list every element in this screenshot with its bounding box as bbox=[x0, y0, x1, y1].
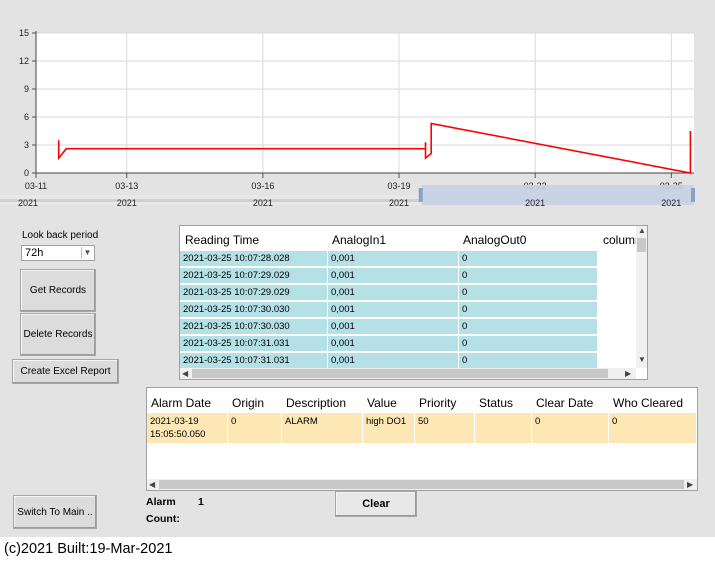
readings-horizontal-scrollbar[interactable]: ◀ ▶ bbox=[180, 368, 636, 379]
scroll-down-icon[interactable]: ▼ bbox=[638, 355, 646, 364]
table-row[interactable]: 2021-03-25 10:07:28.028 0,001 0 bbox=[180, 251, 598, 267]
table-cell: 0,001 bbox=[328, 285, 459, 301]
table-cell: 0 bbox=[459, 251, 598, 267]
col-header-who-cleared[interactable]: Who Cleared bbox=[613, 396, 683, 410]
scrollbar-thumb[interactable] bbox=[159, 480, 684, 489]
table-cell: 0 bbox=[459, 268, 598, 284]
y-tick-label: 9 bbox=[24, 84, 29, 94]
scroll-right-icon[interactable]: ▶ bbox=[625, 369, 631, 378]
scrollbar-thumb[interactable] bbox=[192, 369, 608, 378]
col-header-priority[interactable]: Priority bbox=[419, 396, 456, 410]
alarm-count-label: Alarm Count: bbox=[146, 496, 180, 525]
x-tick-year-label: 2021 bbox=[389, 198, 409, 208]
table-row[interactable]: 2021-03-25 10:07:31.031 0,001 0 bbox=[180, 336, 598, 352]
look-back-label: Look back period bbox=[22, 230, 99, 241]
readings-vertical-scrollbar[interactable]: ▲ ▼ bbox=[636, 226, 647, 368]
col-header-clear-date[interactable]: Clear Date bbox=[536, 396, 593, 410]
col-header-status[interactable]: Status bbox=[479, 396, 513, 410]
readings-grid[interactable]: Reading Time AnalogIn1 AnalogOut0 column… bbox=[179, 225, 648, 380]
plot-area bbox=[36, 33, 694, 173]
scroll-up-icon[interactable]: ▲ bbox=[638, 226, 646, 235]
clear-button[interactable]: Clear bbox=[335, 491, 417, 517]
col-header-reading-time[interactable]: Reading Time bbox=[185, 233, 259, 247]
x-tick-year-label: 2021 bbox=[525, 198, 545, 208]
col-header-analogin1[interactable]: AnalogIn1 bbox=[332, 233, 386, 247]
alarm-cell: ALARM bbox=[282, 413, 363, 443]
alarm-cell: 0 bbox=[228, 413, 282, 443]
table-cell: 0 bbox=[459, 285, 598, 301]
table-cell: 0,001 bbox=[328, 268, 459, 284]
col-header-origin[interactable]: Origin bbox=[232, 396, 264, 410]
table-row[interactable]: 2021-03-25 10:07:30.030 0,001 0 bbox=[180, 302, 598, 318]
switch-to-main-button[interactable]: Switch To Main .. bbox=[13, 495, 97, 529]
table-cell: 2021-03-25 10:07:31.031 bbox=[180, 353, 328, 369]
y-tick-label: 0 bbox=[24, 168, 29, 178]
chevron-down-icon[interactable]: ▼ bbox=[81, 247, 93, 259]
alarm-cell: 0 bbox=[609, 413, 697, 443]
table-cell: 2021-03-25 10:07:29.029 bbox=[180, 268, 328, 284]
col-header-alarm-date[interactable]: Alarm Date bbox=[151, 396, 211, 410]
x-tick-label: 03-16 bbox=[251, 181, 274, 191]
table-cell: 2021-03-25 10:07:28.028 bbox=[180, 251, 328, 267]
x-tick-year-label: 2021 bbox=[117, 198, 137, 208]
table-cell: 0 bbox=[459, 302, 598, 318]
col-header-analogout0[interactable]: AnalogOut0 bbox=[463, 233, 526, 247]
look-back-select[interactable]: 72h ▼ bbox=[21, 245, 95, 261]
table-row[interactable]: 2021-03-25 10:07:29.029 0,001 0 bbox=[180, 285, 598, 301]
range-selection[interactable] bbox=[421, 185, 694, 205]
scroll-right-icon[interactable]: ▶ bbox=[687, 480, 693, 489]
trend-chart: 1512963003-1103-1303-1603-1903-2203-2520… bbox=[0, 28, 695, 208]
alarm-row[interactable]: 2021-03-19 15:05:50.050 0 ALARM high DO1 50 0… bbox=[147, 413, 697, 443]
alarm-cell: 2021-03-19 15:05:50.050 bbox=[147, 413, 228, 443]
table-row[interactable]: 2021-03-25 10:07:31.031 0,001 0 bbox=[180, 353, 598, 369]
range-handle-left[interactable] bbox=[418, 188, 423, 202]
table-cell: 0 bbox=[459, 319, 598, 335]
table-row[interactable]: 2021-03-25 10:07:29.029 0,001 0 bbox=[180, 268, 598, 284]
alarms-horizontal-scrollbar[interactable]: ◀ ▶ bbox=[147, 479, 697, 490]
col-header-value[interactable]: Value bbox=[367, 396, 397, 410]
y-tick-label: 15 bbox=[19, 28, 29, 38]
table-cell: 0 bbox=[459, 353, 598, 369]
scroll-left-icon[interactable]: ◀ bbox=[182, 369, 188, 378]
x-tick-year-label: 2021 bbox=[18, 198, 38, 208]
range-handle-right[interactable] bbox=[691, 188, 695, 202]
x-tick-label: 03-19 bbox=[388, 181, 411, 191]
table-cell: 2021-03-25 10:07:30.030 bbox=[180, 319, 328, 335]
create-excel-report-button[interactable]: Create Excel Report bbox=[12, 359, 119, 384]
x-tick-label: 03-11 bbox=[25, 181, 47, 191]
table-cell: 2021-03-25 10:07:30.030 bbox=[180, 302, 328, 318]
alarm-cell: 50 bbox=[415, 413, 475, 443]
alarm-cell: high DO1 bbox=[363, 413, 415, 443]
alarm-cell bbox=[475, 413, 532, 443]
table-cell: 0,001 bbox=[328, 251, 459, 267]
x-tick-year-label: 2021 bbox=[253, 198, 273, 208]
x-tick-year-label: 2021 bbox=[661, 198, 681, 208]
app-window: 1512963003-1103-1303-1603-1903-2203-2520… bbox=[0, 0, 715, 537]
table-cell: 0,001 bbox=[328, 319, 459, 335]
y-tick-label: 12 bbox=[19, 56, 29, 66]
get-records-button[interactable]: Get Records bbox=[20, 269, 96, 312]
col-header-description[interactable]: Description bbox=[286, 396, 346, 410]
scrollbar-thumb[interactable] bbox=[637, 238, 646, 252]
table-row[interactable]: 2021-03-25 10:07:30.030 0,001 0 bbox=[180, 319, 598, 335]
table-cell: 0 bbox=[459, 336, 598, 352]
look-back-value: 72h bbox=[25, 247, 44, 259]
y-tick-label: 6 bbox=[24, 112, 29, 122]
alarms-grid[interactable]: Alarm Date Origin Description Value Prio… bbox=[146, 387, 698, 491]
alarm-cell: 0 bbox=[532, 413, 609, 443]
table-cell: 0,001 bbox=[328, 302, 459, 318]
table-cell: 0,001 bbox=[328, 336, 459, 352]
build-info-footer: (c)2021 Built:19-Mar-2021 bbox=[4, 541, 173, 557]
table-cell: 2021-03-25 10:07:31.031 bbox=[180, 336, 328, 352]
table-cell: 2021-03-25 10:07:29.029 bbox=[180, 285, 328, 301]
delete-records-button[interactable]: Delete Records bbox=[20, 313, 96, 356]
scroll-left-icon[interactable]: ◀ bbox=[149, 480, 155, 489]
y-tick-label: 3 bbox=[24, 140, 29, 150]
x-tick-label: 03-13 bbox=[115, 181, 138, 191]
table-cell: 0,001 bbox=[328, 353, 459, 369]
alarm-count-value: 1 bbox=[198, 496, 204, 508]
